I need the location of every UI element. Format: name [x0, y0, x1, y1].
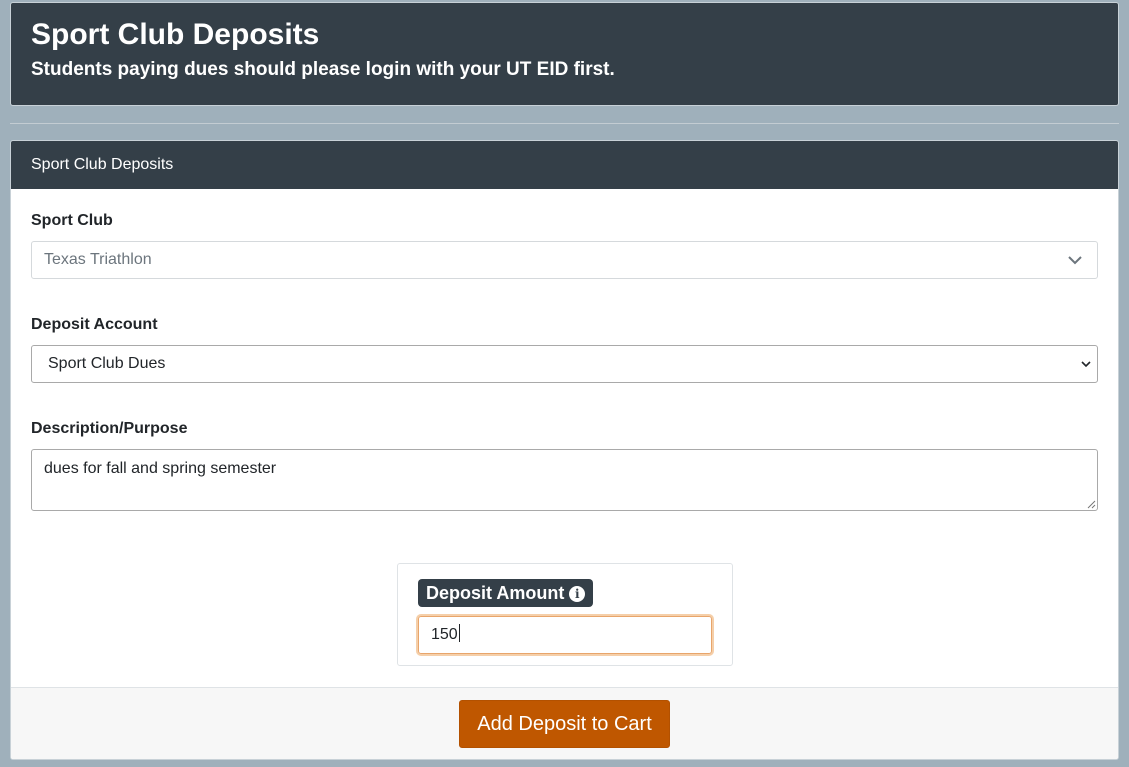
deposit-amount-value: 150 [431, 626, 458, 643]
divider [10, 123, 1119, 124]
page-subtitle: Students paying dues should please login… [31, 59, 615, 80]
card-title: Sport Club Deposits [11, 141, 1118, 189]
deposit-account-label: Deposit Account [31, 316, 158, 333]
page-header: Sport Club Deposits Students paying dues… [10, 2, 1119, 106]
deposit-amount-input[interactable]: 150 [418, 616, 712, 654]
card-footer: Add Deposit to Cart [11, 687, 1118, 759]
text-cursor [458, 624, 460, 642]
page: Sport Club Deposits Students paying dues… [0, 0, 1129, 767]
deposit-amount-group: Deposit Amount i 150 [397, 563, 733, 666]
resize-grip-icon[interactable] [1086, 499, 1096, 509]
deposit-amount-label: Deposit Amount i [418, 579, 594, 607]
add-deposit-to-cart-button[interactable]: Add Deposit to Cart [459, 700, 670, 748]
chevron-down-icon [1068, 256, 1082, 265]
deposit-card: Sport Club Deposits Sport Club Texas Tri… [10, 140, 1119, 760]
sport-club-select[interactable]: Texas Triathlon [31, 241, 1098, 279]
sport-club-selected-value: Texas Triathlon [44, 251, 152, 268]
info-circle-icon[interactable]: i [569, 586, 586, 602]
page-title: Sport Club Deposits [31, 18, 320, 51]
deposit-form: Sport Club Texas Triathlon Deposit Accou… [11, 189, 1118, 687]
chevron-down-icon [1081, 361, 1091, 368]
description-textarea[interactable]: dues for fall and spring semester [31, 449, 1098, 511]
description-value: dues for fall and spring semester [44, 460, 277, 477]
sport-club-label: Sport Club [31, 212, 113, 229]
description-label: Description/Purpose [31, 420, 188, 437]
deposit-account-select[interactable]: Sport Club Dues [31, 345, 1098, 383]
deposit-account-selected-value: Sport Club Dues [48, 355, 166, 372]
deposit-amount-label-text: Deposit Amount [426, 583, 565, 603]
